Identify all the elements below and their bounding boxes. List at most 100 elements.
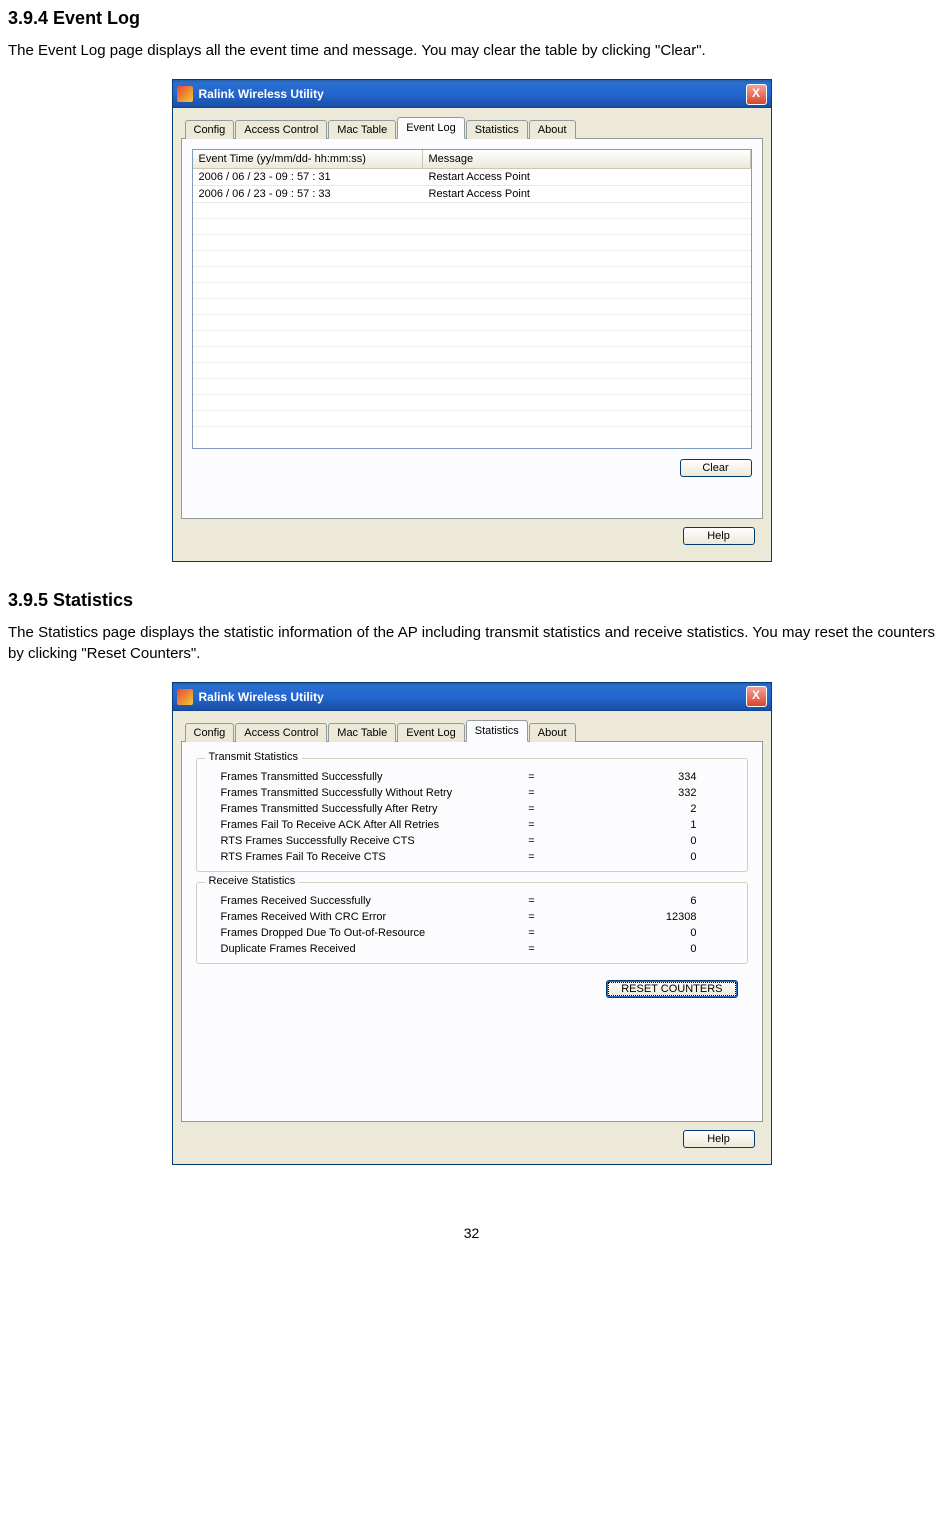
list-row-empty xyxy=(193,299,751,315)
stat-eq: = xyxy=(507,911,557,923)
list-row-empty xyxy=(193,331,751,347)
event-log-panel: Event Time (yy/mm/dd- hh:mm:ss) Message … xyxy=(181,139,763,519)
tab-about[interactable]: About xyxy=(529,723,576,742)
section-heading-event-log: 3.9.4 Event Log xyxy=(8,8,935,29)
stat-value: 2 xyxy=(557,803,737,815)
list-row-empty xyxy=(193,363,751,379)
stat-label: Frames Transmitted Successfully Without … xyxy=(207,787,507,799)
stat-label: Duplicate Frames Received xyxy=(207,943,507,955)
stat-label: RTS Frames Fail To Receive CTS xyxy=(207,851,507,863)
stat-label: Frames Received With CRC Error xyxy=(207,911,507,923)
stat-eq: = xyxy=(507,771,557,783)
stat-row: Frames Fail To Receive ACK After All Ret… xyxy=(207,817,737,833)
statistics-window: Ralink Wireless Utility X Config Access … xyxy=(172,682,772,1165)
stat-row: Frames Dropped Due To Out-of-Resource = … xyxy=(207,925,737,941)
event-log-listview[interactable]: Event Time (yy/mm/dd- hh:mm:ss) Message … xyxy=(192,149,752,449)
stat-eq: = xyxy=(507,803,557,815)
tab-mac-table[interactable]: Mac Table xyxy=(328,723,396,742)
stat-row: Frames Received Successfully = 6 xyxy=(207,893,737,909)
window-title: Ralink Wireless Utility xyxy=(199,87,746,101)
statistics-panel: Transmit Statistics Frames Transmitted S… xyxy=(181,742,763,1122)
section-heading-statistics: 3.9.5 Statistics xyxy=(8,590,935,611)
close-button[interactable]: X xyxy=(746,686,767,707)
stat-row: Frames Transmitted Successfully = 334 xyxy=(207,769,737,785)
stat-value: 1 xyxy=(557,819,737,831)
tab-mac-table[interactable]: Mac Table xyxy=(328,120,396,139)
list-row-empty xyxy=(193,235,751,251)
stat-row: Frames Transmitted Successfully After Re… xyxy=(207,801,737,817)
list-row[interactable]: 2006 / 06 / 23 - 09 : 57 : 33 Restart Ac… xyxy=(193,186,751,203)
list-row-empty xyxy=(193,347,751,363)
receive-statistics-group: Receive Statistics Frames Received Succe… xyxy=(196,882,748,964)
listview-body[interactable]: 2006 / 06 / 23 - 09 : 57 : 31 Restart Ac… xyxy=(193,169,751,448)
stat-value: 12308 xyxy=(557,911,737,923)
stat-value: 0 xyxy=(557,851,737,863)
tab-event-log[interactable]: Event Log xyxy=(397,117,465,139)
transmit-legend: Transmit Statistics xyxy=(205,751,302,763)
stat-value: 0 xyxy=(557,927,737,939)
app-icon xyxy=(177,689,193,705)
stat-label: Frames Transmitted Successfully xyxy=(207,771,507,783)
stat-eq: = xyxy=(507,835,557,847)
titlebar: Ralink Wireless Utility X xyxy=(173,683,771,711)
tab-access-control[interactable]: Access Control xyxy=(235,120,327,139)
tab-config[interactable]: Config xyxy=(185,120,235,139)
listview-header: Event Time (yy/mm/dd- hh:mm:ss) Message xyxy=(193,150,751,169)
list-row-empty xyxy=(193,411,751,427)
list-row-empty xyxy=(193,267,751,283)
section-intro-event-log: The Event Log page displays all the even… xyxy=(8,41,935,61)
stat-label: Frames Dropped Due To Out-of-Resource xyxy=(207,927,507,939)
stat-eq: = xyxy=(507,819,557,831)
window-title: Ralink Wireless Utility xyxy=(199,690,746,704)
stat-row: Frames Received With CRC Error = 12308 xyxy=(207,909,737,925)
stat-row: Duplicate Frames Received = 0 xyxy=(207,941,737,957)
stat-eq: = xyxy=(507,851,557,863)
stat-row: Frames Transmitted Successfully Without … xyxy=(207,785,737,801)
stat-value: 0 xyxy=(557,835,737,847)
list-row-empty xyxy=(193,283,751,299)
close-button[interactable]: X xyxy=(746,84,767,105)
tab-event-log[interactable]: Event Log xyxy=(397,723,465,742)
list-row[interactable]: 2006 / 06 / 23 - 09 : 57 : 31 Restart Ac… xyxy=(193,169,751,186)
stat-eq: = xyxy=(507,927,557,939)
column-message[interactable]: Message xyxy=(423,150,751,168)
tab-statistics[interactable]: Statistics xyxy=(466,720,528,742)
event-log-window: Ralink Wireless Utility X Config Access … xyxy=(172,79,772,562)
list-row-empty xyxy=(193,379,751,395)
cell-message: Restart Access Point xyxy=(423,169,751,185)
tab-statistics[interactable]: Statistics xyxy=(466,120,528,139)
stat-value: 334 xyxy=(557,771,737,783)
stat-value: 0 xyxy=(557,943,737,955)
page-number: 32 xyxy=(8,1225,935,1241)
column-event-time[interactable]: Event Time (yy/mm/dd- hh:mm:ss) xyxy=(193,150,423,168)
stat-label: Frames Fail To Receive ACK After All Ret… xyxy=(207,819,507,831)
reset-counters-button[interactable]: RESET COUNTERS xyxy=(606,980,737,998)
stat-eq: = xyxy=(507,895,557,907)
titlebar: Ralink Wireless Utility X xyxy=(173,80,771,108)
list-row-empty xyxy=(193,251,751,267)
stat-row: RTS Frames Fail To Receive CTS = 0 xyxy=(207,849,737,865)
tab-config[interactable]: Config xyxy=(185,723,235,742)
stat-row: RTS Frames Successfully Receive CTS = 0 xyxy=(207,833,737,849)
list-row-empty xyxy=(193,219,751,235)
stat-eq: = xyxy=(507,943,557,955)
stat-label: RTS Frames Successfully Receive CTS xyxy=(207,835,507,847)
section-intro-statistics: The Statistics page displays the statist… xyxy=(8,623,935,664)
tab-strip: Config Access Control Mac Table Event Lo… xyxy=(181,719,763,742)
receive-legend: Receive Statistics xyxy=(205,875,300,887)
tab-strip: Config Access Control Mac Table Event Lo… xyxy=(181,116,763,139)
stat-value: 332 xyxy=(557,787,737,799)
stat-label: Frames Received Successfully xyxy=(207,895,507,907)
help-button[interactable]: Help xyxy=(683,527,755,545)
stat-label: Frames Transmitted Successfully After Re… xyxy=(207,803,507,815)
help-button[interactable]: Help xyxy=(683,1130,755,1148)
cell-time: 2006 / 06 / 23 - 09 : 57 : 31 xyxy=(193,169,423,185)
clear-button[interactable]: Clear xyxy=(680,459,752,477)
stat-value: 6 xyxy=(557,895,737,907)
cell-message: Restart Access Point xyxy=(423,186,751,202)
tab-about[interactable]: About xyxy=(529,120,576,139)
stat-eq: = xyxy=(507,787,557,799)
tab-access-control[interactable]: Access Control xyxy=(235,723,327,742)
cell-time: 2006 / 06 / 23 - 09 : 57 : 33 xyxy=(193,186,423,202)
list-row-empty xyxy=(193,203,751,219)
